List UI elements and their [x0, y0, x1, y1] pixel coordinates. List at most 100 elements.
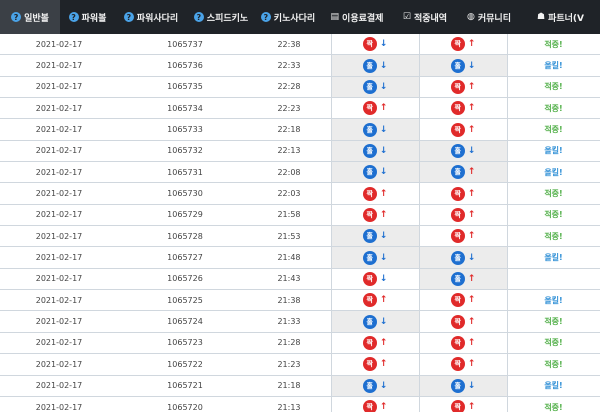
globe-icon: ◍ — [467, 12, 475, 22]
nav-item-label: 파트너(V — [548, 13, 584, 24]
result-cell: 올킬! — [544, 381, 563, 391]
arrow-down-icon: ↓ — [379, 81, 388, 92]
pick-cell-2: 짝 ↑ — [419, 290, 507, 310]
column-divider — [419, 183, 420, 204]
column-divider — [331, 98, 332, 119]
nav-item-2[interactable]: ? 파워사다리 — [115, 0, 187, 34]
question-icon: ? — [260, 12, 271, 22]
pick-cell-1: 짝 ↑ — [331, 205, 419, 225]
table-row: 2021-02-17 1065733 22:18 홀 ↓ 짝 ↑ 적중! — [0, 119, 600, 141]
arrow-down-icon: ↓ — [379, 380, 388, 391]
pick-ball: 홀 — [362, 314, 377, 329]
round-cell: 1065735 — [167, 82, 203, 92]
pick-cell-2: 짝 ↑ — [419, 34, 507, 54]
column-divider — [507, 55, 508, 76]
table-row: 2021-02-17 1065730 22:03 짝 ↑ 짝 ↑ 적중! — [0, 183, 600, 205]
nav-item-4[interactable]: ? 키노사다리 — [255, 0, 321, 34]
column-divider — [331, 375, 332, 396]
result-cell: 적중! — [544, 210, 563, 220]
column-divider — [507, 290, 508, 311]
time-cell: 21:53 — [277, 231, 301, 241]
pick-cell-2: 홀 ↓ — [419, 375, 507, 396]
column-divider — [419, 375, 420, 396]
time-cell: 21:43 — [277, 274, 301, 284]
pick-ball: 짝 — [450, 314, 465, 329]
result-cell — [507, 269, 600, 289]
nav-item-1[interactable]: ? 파워볼 — [60, 0, 115, 34]
column-divider — [507, 76, 508, 98]
pick-cell-1: 짝 ↑ — [331, 290, 419, 310]
column-divider — [507, 162, 508, 183]
pick-cell-2: 홀 ↑ — [419, 162, 507, 183]
pick-ball: 짝 — [450, 186, 465, 201]
nav-item-7[interactable]: ◍ 커뮤니티 — [457, 0, 521, 34]
time-cell: 22:28 — [277, 82, 301, 92]
time-cell: 22:38 — [277, 39, 301, 49]
nav-item-5[interactable]: ▤ 이용료결제 — [321, 0, 393, 34]
pick-cell-1: 홀 ↓ — [331, 375, 419, 396]
nav-item-label: 스피드키노 — [206, 13, 249, 24]
arrow-down-icon: ↓ — [467, 252, 476, 263]
column-divider — [331, 34, 332, 55]
column-divider — [507, 119, 508, 140]
pick-cell-1: 홀 ↓ — [331, 119, 419, 140]
result-cell: 적중! — [544, 125, 563, 135]
column-divider — [419, 55, 420, 76]
checkbox-icon: ☑ — [402, 12, 411, 22]
column-divider — [331, 311, 332, 332]
column-divider — [331, 76, 332, 98]
nav-item-3[interactable]: ? 스피드키노 — [187, 0, 255, 34]
pick-ball: 홀 — [450, 58, 465, 73]
pick-ball: 짝 — [450, 122, 465, 137]
time-cell: 22:18 — [277, 125, 301, 135]
table-row: 2021-02-17 1065737 22:38 짝 ↓ 짝 ↑ 적중! — [0, 34, 600, 56]
time-cell: 22:23 — [277, 103, 301, 113]
nav-item-0[interactable]: ? 일반볼 — [0, 0, 60, 34]
pick-cell-1: 짝 ↑ — [331, 397, 419, 412]
time-cell: 21:33 — [277, 317, 301, 327]
column-divider — [419, 354, 420, 375]
table-row: 2021-02-17 1065727 21:48 홀 ↓ 홀 ↓ 올킬! — [0, 247, 600, 269]
pick-ball: 홀 — [450, 143, 465, 158]
pick-cell-1: 홀 ↓ — [331, 140, 419, 162]
question-icon: ? — [193, 12, 204, 22]
column-divider — [331, 226, 332, 247]
arrow-down-icon: ↓ — [379, 124, 388, 135]
pick-cell-2: 짝 ↑ — [419, 98, 507, 118]
arrow-up-icon: ↑ — [379, 402, 388, 412]
table-row: 2021-02-17 1065724 21:33 홀 ↓ 짝 ↑ 적중! — [0, 311, 600, 333]
pick-ball: 홀 — [450, 378, 465, 393]
round-cell: 1065728 — [167, 231, 203, 241]
arrow-up-icon: ↑ — [467, 103, 476, 114]
pick-ball: 짝 — [450, 79, 465, 94]
column-divider — [419, 268, 420, 290]
result-cell: 적중! — [544, 317, 563, 327]
round-cell: 1065724 — [167, 317, 203, 327]
question-icon: ? — [68, 12, 79, 22]
date-cell: 2021-02-17 — [35, 317, 83, 327]
arrow-up-icon: ↑ — [379, 337, 388, 348]
pick-cell-2: 짝 ↑ — [419, 226, 507, 246]
column-divider — [419, 396, 420, 412]
time-cell: 21:38 — [277, 295, 301, 305]
date-cell: 2021-02-17 — [35, 231, 83, 241]
pick-cell-1: 짝 ↑ — [331, 183, 419, 203]
column-divider — [331, 55, 332, 76]
nav-item-8[interactable]: ☗ 파트너(V — [521, 0, 600, 34]
pick-ball: 짝 — [362, 207, 377, 222]
result-cell: 올킬! — [544, 253, 563, 263]
pick-cell-1: 홀 ↓ — [331, 55, 419, 76]
pick-cell-2: 홀 ↓ — [419, 247, 507, 268]
pick-cell-1: 짝 ↑ — [331, 333, 419, 353]
column-divider — [507, 396, 508, 412]
column-divider — [507, 375, 508, 396]
nav-item-6[interactable]: ☑ 적중내역 — [393, 0, 457, 34]
arrow-down-icon: ↓ — [379, 316, 388, 327]
column-divider — [331, 183, 332, 204]
column-divider — [419, 204, 420, 226]
column-divider — [419, 332, 420, 354]
date-cell: 2021-02-17 — [35, 253, 83, 263]
pick-ball: 짝 — [362, 37, 377, 52]
result-cell: 올킬! — [544, 146, 563, 156]
table-row: 2021-02-17 1065729 21:58 짝 ↑ 짝 ↑ 적중! — [0, 204, 600, 227]
